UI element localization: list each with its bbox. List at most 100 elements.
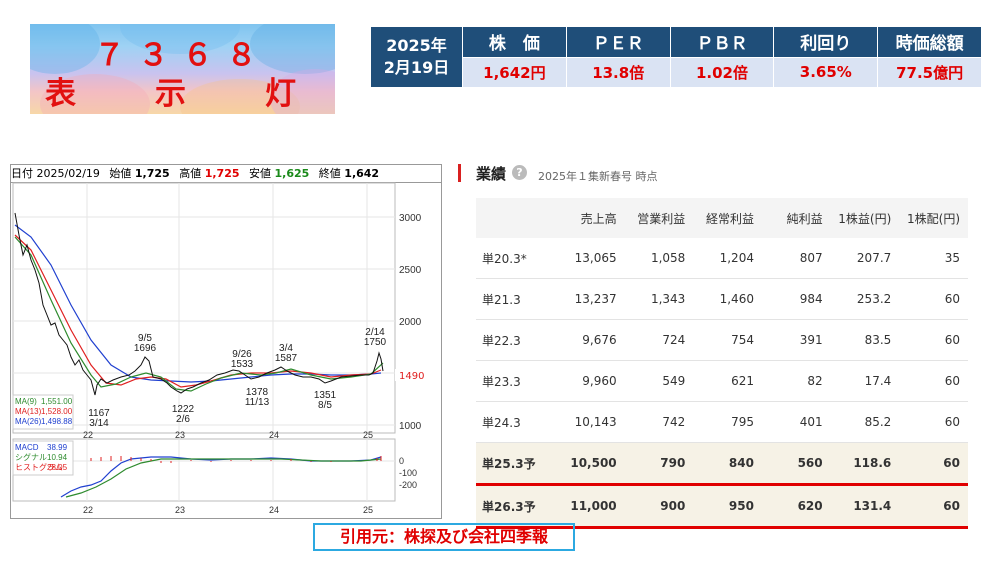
legend-macd-value: 38.99 [47, 443, 68, 452]
annotation: 1587 [275, 353, 298, 364]
annotation: 1696 [134, 343, 157, 354]
value-per: 13.8倍 [565, 56, 671, 88]
price-date-day: 2月19日 [383, 58, 450, 77]
macd-tick: -100 [399, 468, 417, 478]
annotation: 2/6 [176, 414, 190, 425]
macd-tick: 0 [399, 456, 404, 466]
table-row: 単23.3 9,960 549 621 82 17.4 60 [476, 360, 968, 402]
value-cell: 9,960 [556, 360, 625, 402]
x-tick: 22 [83, 505, 93, 515]
current-price-label: 1490 [399, 371, 424, 382]
price-date: 2025年 2月19日 [370, 26, 463, 88]
period-cell: 単21.3 [476, 278, 556, 320]
ma13-line [14, 234, 382, 388]
column-header: 1株配(円) [899, 198, 968, 238]
legend-signal-label: シグナル [15, 452, 47, 462]
legend-histogram-value: 28.05 [47, 463, 68, 472]
annotation: 11/13 [245, 397, 270, 408]
value-cell: 1,343 [624, 278, 694, 320]
table-row: 単26.3予 11,000 900 950 620 131.4 60 [476, 484, 968, 529]
period-cell: 単23.3 [476, 360, 556, 402]
table-header-row: 売上高 営業利益 経常利益 純利益 1株益(円) 1株配(円) [476, 198, 968, 238]
macd-tick: -200 [399, 480, 417, 490]
value-cell: 35 [899, 238, 968, 279]
value-cell: 807 [761, 238, 831, 279]
column-header: 純利益 [761, 198, 831, 238]
logo-name: 表 示 灯 [45, 76, 320, 112]
x-tick: 22 [83, 430, 93, 440]
x-tick: 24 [269, 505, 279, 515]
chart-canvas: 1490 3000 2500 2000 1000 22 23 24 25 22 … [12, 182, 431, 515]
value-stock-price: 1,642円 [462, 56, 567, 88]
annotation: 1533 [231, 359, 254, 370]
ma26-line [14, 224, 382, 383]
header-per: ＰＥＲ [565, 26, 671, 58]
y-tick: 1000 [399, 421, 422, 432]
column-header: 1株益(円) [830, 198, 900, 238]
value-cell: 9,676 [556, 319, 625, 361]
period-cell: 単26.3予 [476, 484, 556, 529]
value-cell: 85.2 [830, 401, 900, 443]
y-tick: 2000 [399, 317, 422, 328]
column-header: 売上高 [556, 198, 625, 238]
value-cell: 60 [899, 360, 968, 402]
value-cell: 13,237 [556, 278, 625, 320]
header-yield: 利回り [773, 26, 879, 58]
value-cell: 1,460 [693, 278, 762, 320]
value-cell: 60 [899, 278, 968, 320]
period-cell: 単24.3 [476, 401, 556, 443]
value-cell: 60 [899, 484, 968, 529]
help-icon[interactable]: ? [512, 165, 527, 180]
table-row: 単24.3 10,143 742 795 401 85.2 60 [476, 401, 968, 443]
value-cell: 621 [693, 360, 762, 402]
annotation: 3/14 [89, 418, 109, 429]
value-cell: 840 [693, 442, 762, 486]
y-tick: 3000 [399, 213, 422, 224]
column-header: 経常利益 [693, 198, 762, 238]
financials-panel: 業績 ? 2025年１集新春号 時点 売上高 営業利益 経常利益 純利益 1株益… [458, 160, 978, 529]
value-cell: 60 [899, 401, 968, 443]
value-cell: 620 [761, 484, 831, 529]
value-cell: 391 [761, 319, 831, 361]
value-cell: 401 [761, 401, 831, 443]
y-tick: 2500 [399, 265, 422, 276]
x-tick: 25 [363, 430, 373, 440]
value-yield: 3.65% [773, 56, 879, 88]
legend-ma26-label: MA(26) [15, 417, 42, 426]
value-cell: 60 [899, 442, 968, 486]
value-cell: 10,500 [556, 442, 625, 486]
value-cell: 131.4 [830, 484, 900, 529]
value-cell: 1,204 [693, 238, 762, 279]
column-header [476, 198, 556, 238]
price-summary-table: 2025年 2月19日 株 価 ＰＥＲ ＰＢＲ 利回り 時価総額 1,642円 … [370, 26, 982, 88]
header-pbr: ＰＢＲ [669, 26, 775, 58]
financials-title: 業績 [476, 165, 507, 183]
financials-note: 2025年１集新春号 時点 [538, 170, 658, 183]
legend-ma13-label: MA(13) [15, 407, 42, 416]
value-pbr: 1.02倍 [669, 56, 775, 88]
table-row: 単25.3予 10,500 790 840 560 118.6 60 [476, 442, 968, 486]
value-cell: 82 [761, 360, 831, 402]
value-cell: 754 [693, 319, 762, 361]
value-cell: 83.5 [830, 319, 900, 361]
value-cell: 11,000 [556, 484, 625, 529]
period-cell: 単20.3* [476, 238, 556, 279]
legend-ma9-label: MA(9) [15, 397, 37, 406]
table-row: 単20.3* 13,065 1,058 1,204 807 207.7 35 [476, 238, 968, 279]
value-cell: 724 [624, 319, 694, 361]
table-row: 単21.3 13,237 1,343 1,460 984 253.2 60 [476, 278, 968, 320]
table-row: 単22.3 9,676 724 754 391 83.5 60 [476, 319, 968, 361]
value-cell: 900 [624, 484, 694, 529]
value-cell: 118.6 [830, 442, 900, 486]
logo-banner: ７３６８ 表 示 灯 [30, 24, 335, 114]
value-cell: 560 [761, 442, 831, 486]
legend-ma26-value: 1,498.88 [41, 417, 73, 426]
value-cell: 742 [624, 401, 694, 443]
value-cell: 950 [693, 484, 762, 529]
value-cell: 60 [899, 319, 968, 361]
annotation: 1750 [364, 337, 387, 348]
value-cell: 795 [693, 401, 762, 443]
signal-line [65, 458, 382, 498]
x-tick: 23 [175, 505, 185, 515]
legend-ma13-value: 1,528.00 [41, 407, 73, 416]
